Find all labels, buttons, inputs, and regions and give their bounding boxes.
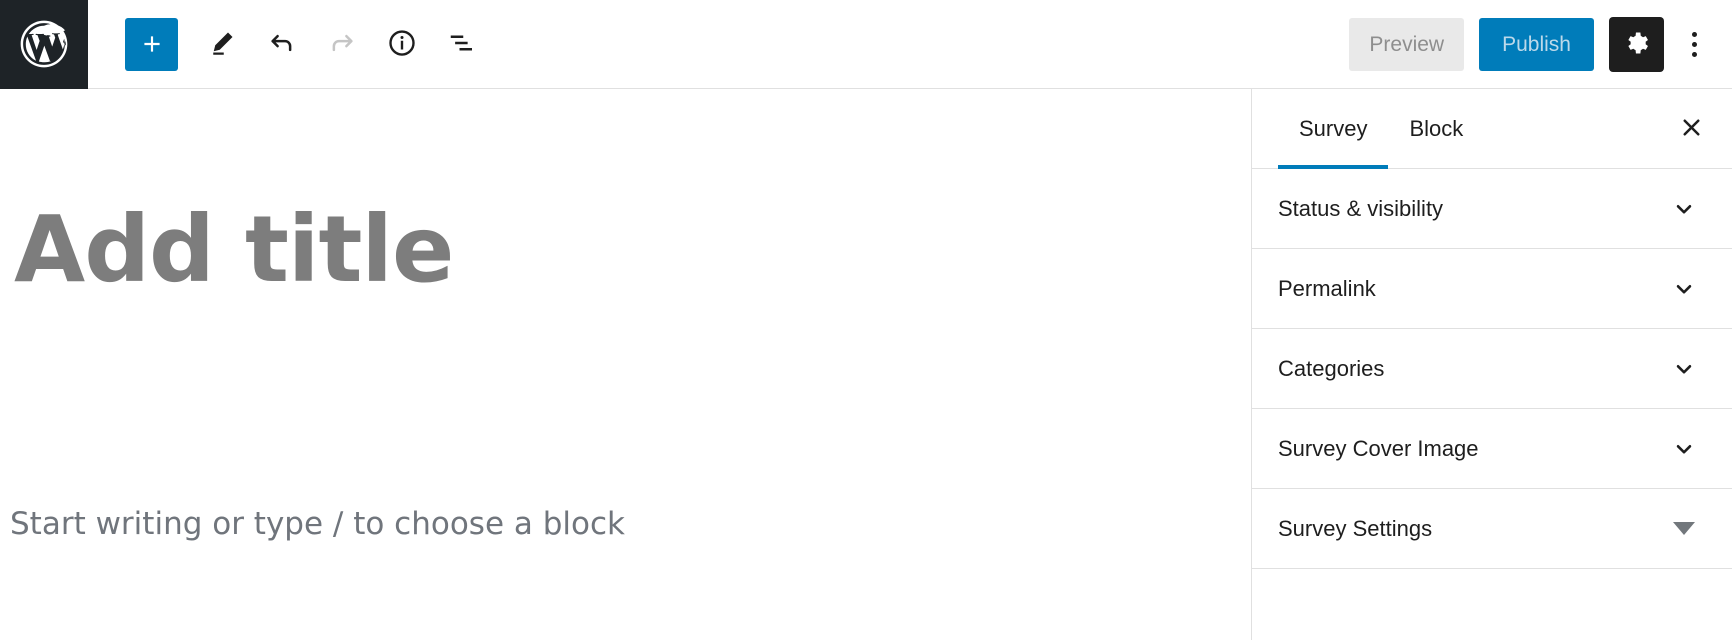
triangle-down-icon bbox=[1666, 511, 1702, 547]
editor-toolbar: Preview Publish bbox=[0, 0, 1732, 89]
panel-label: Permalink bbox=[1278, 275, 1376, 301]
close-sidebar-button[interactable] bbox=[1666, 104, 1716, 154]
more-options-button[interactable] bbox=[1670, 17, 1718, 72]
gear-icon bbox=[1623, 29, 1651, 60]
add-block-button[interactable] bbox=[125, 17, 178, 71]
undo-arrow-icon bbox=[267, 28, 297, 61]
post-title-input[interactable]: Add title bbox=[14, 204, 454, 296]
chevron-down-icon bbox=[1666, 431, 1702, 467]
wordpress-logo-button[interactable] bbox=[0, 0, 88, 89]
wordpress-block-editor: Preview Publish Add title Start writing … bbox=[0, 0, 1732, 640]
panel-permalink[interactable]: Permalink bbox=[1252, 249, 1732, 329]
panel-label: Categories bbox=[1278, 355, 1385, 381]
panel-status-visibility[interactable]: Status & visibility bbox=[1252, 169, 1732, 249]
list-view-button[interactable] bbox=[432, 14, 492, 74]
close-icon bbox=[1678, 114, 1705, 144]
chevron-down-icon bbox=[1666, 191, 1702, 227]
toolbar-left-group bbox=[88, 0, 492, 89]
details-button[interactable] bbox=[372, 14, 432, 74]
panel-label: Survey Cover Image bbox=[1278, 435, 1479, 461]
panel-survey-settings[interactable]: Survey Settings bbox=[1252, 489, 1732, 569]
tab-block[interactable]: Block bbox=[1388, 89, 1484, 169]
tab-survey[interactable]: Survey bbox=[1278, 89, 1389, 170]
post-content-input[interactable]: Start writing or type / to choose a bloc… bbox=[10, 506, 625, 542]
sidebar-tab-bar: Survey Block bbox=[1252, 89, 1732, 170]
kebab-menu-icon bbox=[1691, 32, 1697, 57]
panel-label: Status & visibility bbox=[1278, 195, 1444, 221]
settings-sidebar: Survey Block Status & visibility Permali… bbox=[1251, 89, 1732, 640]
chevron-down-icon bbox=[1666, 351, 1702, 387]
toolbar-right-group: Preview Publish bbox=[1349, 0, 1732, 89]
pencil-icon bbox=[207, 28, 237, 61]
undo-button[interactable] bbox=[252, 14, 312, 74]
settings-button[interactable] bbox=[1609, 17, 1664, 72]
tools-pencil-button[interactable] bbox=[192, 14, 252, 74]
panel-categories[interactable]: Categories bbox=[1252, 329, 1732, 409]
info-circle-icon bbox=[387, 28, 417, 61]
chevron-down-icon bbox=[1666, 271, 1702, 307]
panel-survey-cover-image[interactable]: Survey Cover Image bbox=[1252, 409, 1732, 489]
redo-button[interactable] bbox=[312, 14, 372, 74]
plus-icon bbox=[139, 31, 165, 57]
wordpress-logo-icon bbox=[16, 16, 72, 72]
redo-arrow-icon bbox=[327, 28, 357, 61]
panel-label: Survey Settings bbox=[1278, 515, 1433, 541]
editor-canvas: Add title Start writing or type / to cho… bbox=[0, 89, 1251, 640]
publish-button[interactable]: Publish bbox=[1479, 18, 1594, 71]
preview-button[interactable]: Preview bbox=[1349, 18, 1465, 71]
list-view-icon bbox=[447, 28, 477, 61]
